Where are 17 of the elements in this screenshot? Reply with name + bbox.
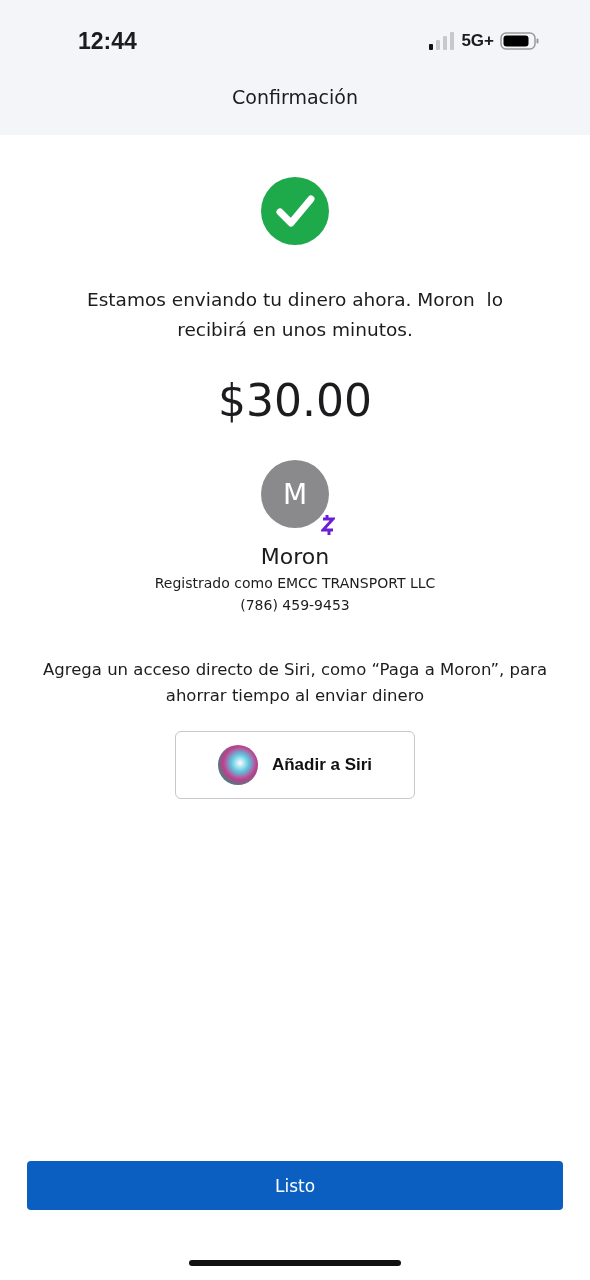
phone-number: (786) 459-9453 <box>240 597 350 613</box>
registered-name: Registrado como EMCC TRANSPORT LLC <box>154 575 436 591</box>
battery-icon <box>500 31 540 51</box>
confirmation-message: Estamos enviando tu dinero ahora. Moron lo recibirá en unos minutos. <box>85 288 505 342</box>
recipient-name: Moron <box>260 544 330 569</box>
recipient-avatar: M <box>261 460 329 528</box>
screen-title: Confirmación <box>232 86 358 108</box>
network-label: 5G+ <box>461 31 494 51</box>
amount-text: $30.00 <box>218 375 372 426</box>
siri-orb-icon <box>217 745 258 785</box>
signal-icon <box>429 32 456 50</box>
add-to-siri-button[interactable]: Añadir a Siri <box>175 731 415 799</box>
currency-badge-icon <box>321 514 335 536</box>
done-button[interactable]: Listo <box>27 1161 563 1210</box>
siri-hint-text: Agrega un acceso directo de Siri, como “Paga a Moron”, para ahorrar tiempo al enviar dinero <box>42 659 548 707</box>
success-check-icon <box>261 177 329 245</box>
status-time: 12:44 <box>78 27 137 55</box>
